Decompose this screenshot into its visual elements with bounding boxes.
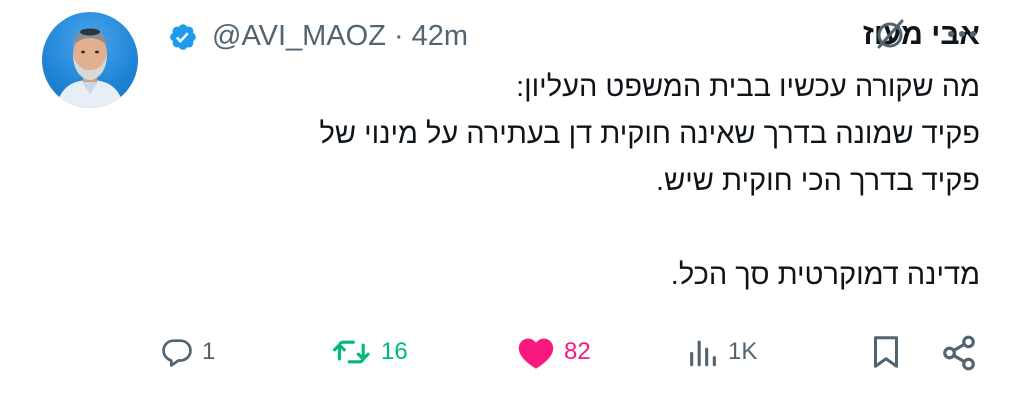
views-count: 1K xyxy=(728,338,758,365)
reply-count: 1 xyxy=(202,338,216,365)
reply-button[interactable]: 1 xyxy=(160,324,215,380)
tweet-card[interactable]: @AVI_MAOZ · 42m אבי מעוז מה שקורה עכשיו … xyxy=(0,0,1024,406)
more-options-icon[interactable] xyxy=(942,14,982,54)
bookmark-icon[interactable] xyxy=(868,334,904,370)
verified-badge-icon[interactable] xyxy=(168,22,198,52)
timestamp[interactable]: 42m xyxy=(412,20,468,53)
avatar[interactable] xyxy=(42,12,138,108)
header-meta: @AVI_MAOZ · 42m xyxy=(160,20,468,53)
tweet-line: פקיד בדרך הכי חוקית שיש. xyxy=(656,165,980,197)
meta-separator: · xyxy=(393,20,404,52)
tweet-header: @AVI_MAOZ · 42m אבי מעוז xyxy=(160,14,980,56)
reply-icon xyxy=(160,335,194,369)
tweet-text: מה שקורה עכשיו בבית המשפט העליון: פקיד ש… xyxy=(160,64,980,299)
analytics-icon xyxy=(686,335,720,369)
grok-icon[interactable] xyxy=(870,14,910,54)
retweet-button[interactable]: 16 xyxy=(331,324,408,380)
retweet-icon xyxy=(331,335,373,369)
like-count: 82 xyxy=(564,338,591,365)
like-button[interactable]: 82 xyxy=(516,324,591,380)
views-button[interactable]: 1K xyxy=(686,324,757,380)
author-handle[interactable]: @AVI_MAOZ xyxy=(212,20,386,53)
share-icon[interactable] xyxy=(940,334,978,372)
retweet-count: 16 xyxy=(381,338,408,365)
tweet-line: מה שקורה עכשיו בבית המשפט העליון: xyxy=(516,71,980,103)
heart-icon xyxy=(516,334,556,370)
tweet-line: מדינה דמוקרטית סך הכל. xyxy=(670,259,980,291)
tweet-line: פקיד שמונה בדרך שאינה חוקית דן בעתירה על… xyxy=(319,118,980,150)
